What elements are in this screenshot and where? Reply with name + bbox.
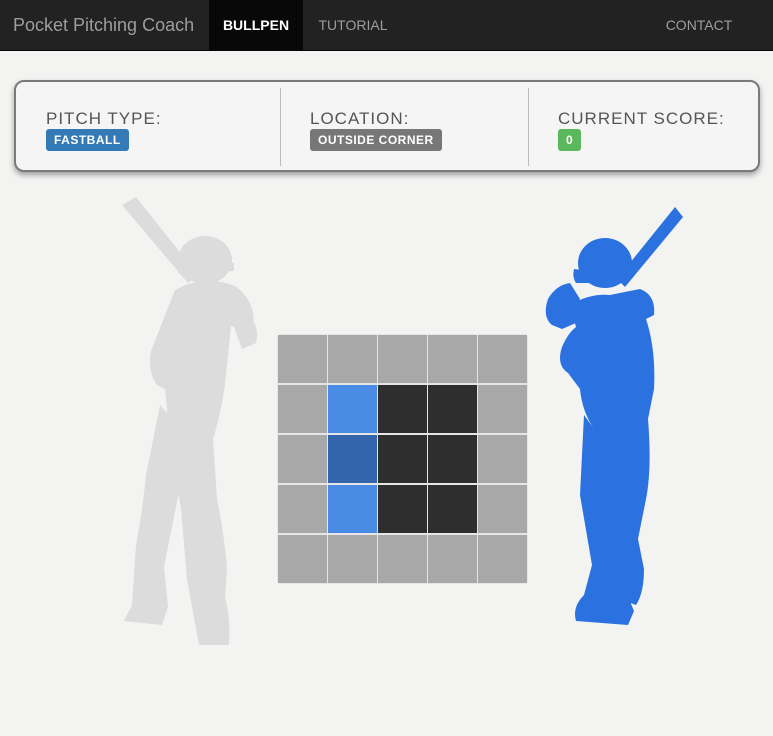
zone-cell-1-1[interactable]: [328, 385, 377, 433]
batter-figure: [122, 197, 257, 645]
zone-cell-3-2[interactable]: [378, 485, 427, 533]
navbar: Pocket Pitching Coach BULLPEN TUTORIAL C…: [0, 0, 773, 51]
strike-zone-grid: [277, 334, 528, 584]
zone-cell-3-1[interactable]: [328, 485, 377, 533]
zone-cell-0-1[interactable]: [328, 335, 377, 383]
zone-cell-2-1[interactable]: [328, 435, 377, 483]
zone-cell-4-1[interactable]: [328, 535, 377, 583]
zone-cell-3-4[interactable]: [478, 485, 527, 533]
zone-cell-3-3[interactable]: [428, 485, 477, 533]
zone-cell-4-2[interactable]: [378, 535, 427, 583]
zone-cell-4-3[interactable]: [428, 535, 477, 583]
nav-bullpen[interactable]: BULLPEN: [209, 0, 303, 50]
zone-cell-1-3[interactable]: [428, 385, 477, 433]
pitch-type-section: PITCH TYPE: FASTBALL: [16, 82, 280, 170]
zone-cell-2-4[interactable]: [478, 435, 527, 483]
zone-cell-0-2[interactable]: [378, 335, 427, 383]
score-section: CURRENT SCORE: 0: [528, 82, 758, 170]
nav-contact[interactable]: CONTACT: [650, 0, 748, 50]
location-section: LOCATION: OUTSIDE CORNER: [280, 82, 528, 170]
location-badge: OUTSIDE CORNER: [310, 129, 442, 151]
nav-tutorial[interactable]: TUTORIAL: [303, 0, 403, 50]
zone-cell-1-4[interactable]: [478, 385, 527, 433]
pitch-type-badge: FASTBALL: [46, 129, 129, 151]
zone-cell-2-2[interactable]: [378, 435, 427, 483]
zone-cell-0-0[interactable]: [278, 335, 327, 383]
zone-cell-2-0[interactable]: [278, 435, 327, 483]
score-badge: 0: [558, 129, 582, 151]
brand-link[interactable]: Pocket Pitching Coach: [13, 0, 194, 50]
pitch-type-label: PITCH TYPE:: [46, 109, 162, 128]
zone-cell-0-3[interactable]: [428, 335, 477, 383]
zone-cell-3-0[interactable]: [278, 485, 327, 533]
zone-cell-4-4[interactable]: [478, 535, 527, 583]
score-label: CURRENT SCORE:: [558, 109, 725, 128]
batter-figure: [545, 207, 683, 625]
zone-cell-4-0[interactable]: [278, 535, 327, 583]
zone-cell-1-0[interactable]: [278, 385, 327, 433]
zone-cell-2-3[interactable]: [428, 435, 477, 483]
location-label: LOCATION:: [310, 109, 410, 128]
pitch-info-panel: PITCH TYPE: FASTBALL LOCATION: OUTSIDE C…: [14, 80, 760, 172]
zone-cell-1-2[interactable]: [378, 385, 427, 433]
zone-cell-0-4[interactable]: [478, 335, 527, 383]
